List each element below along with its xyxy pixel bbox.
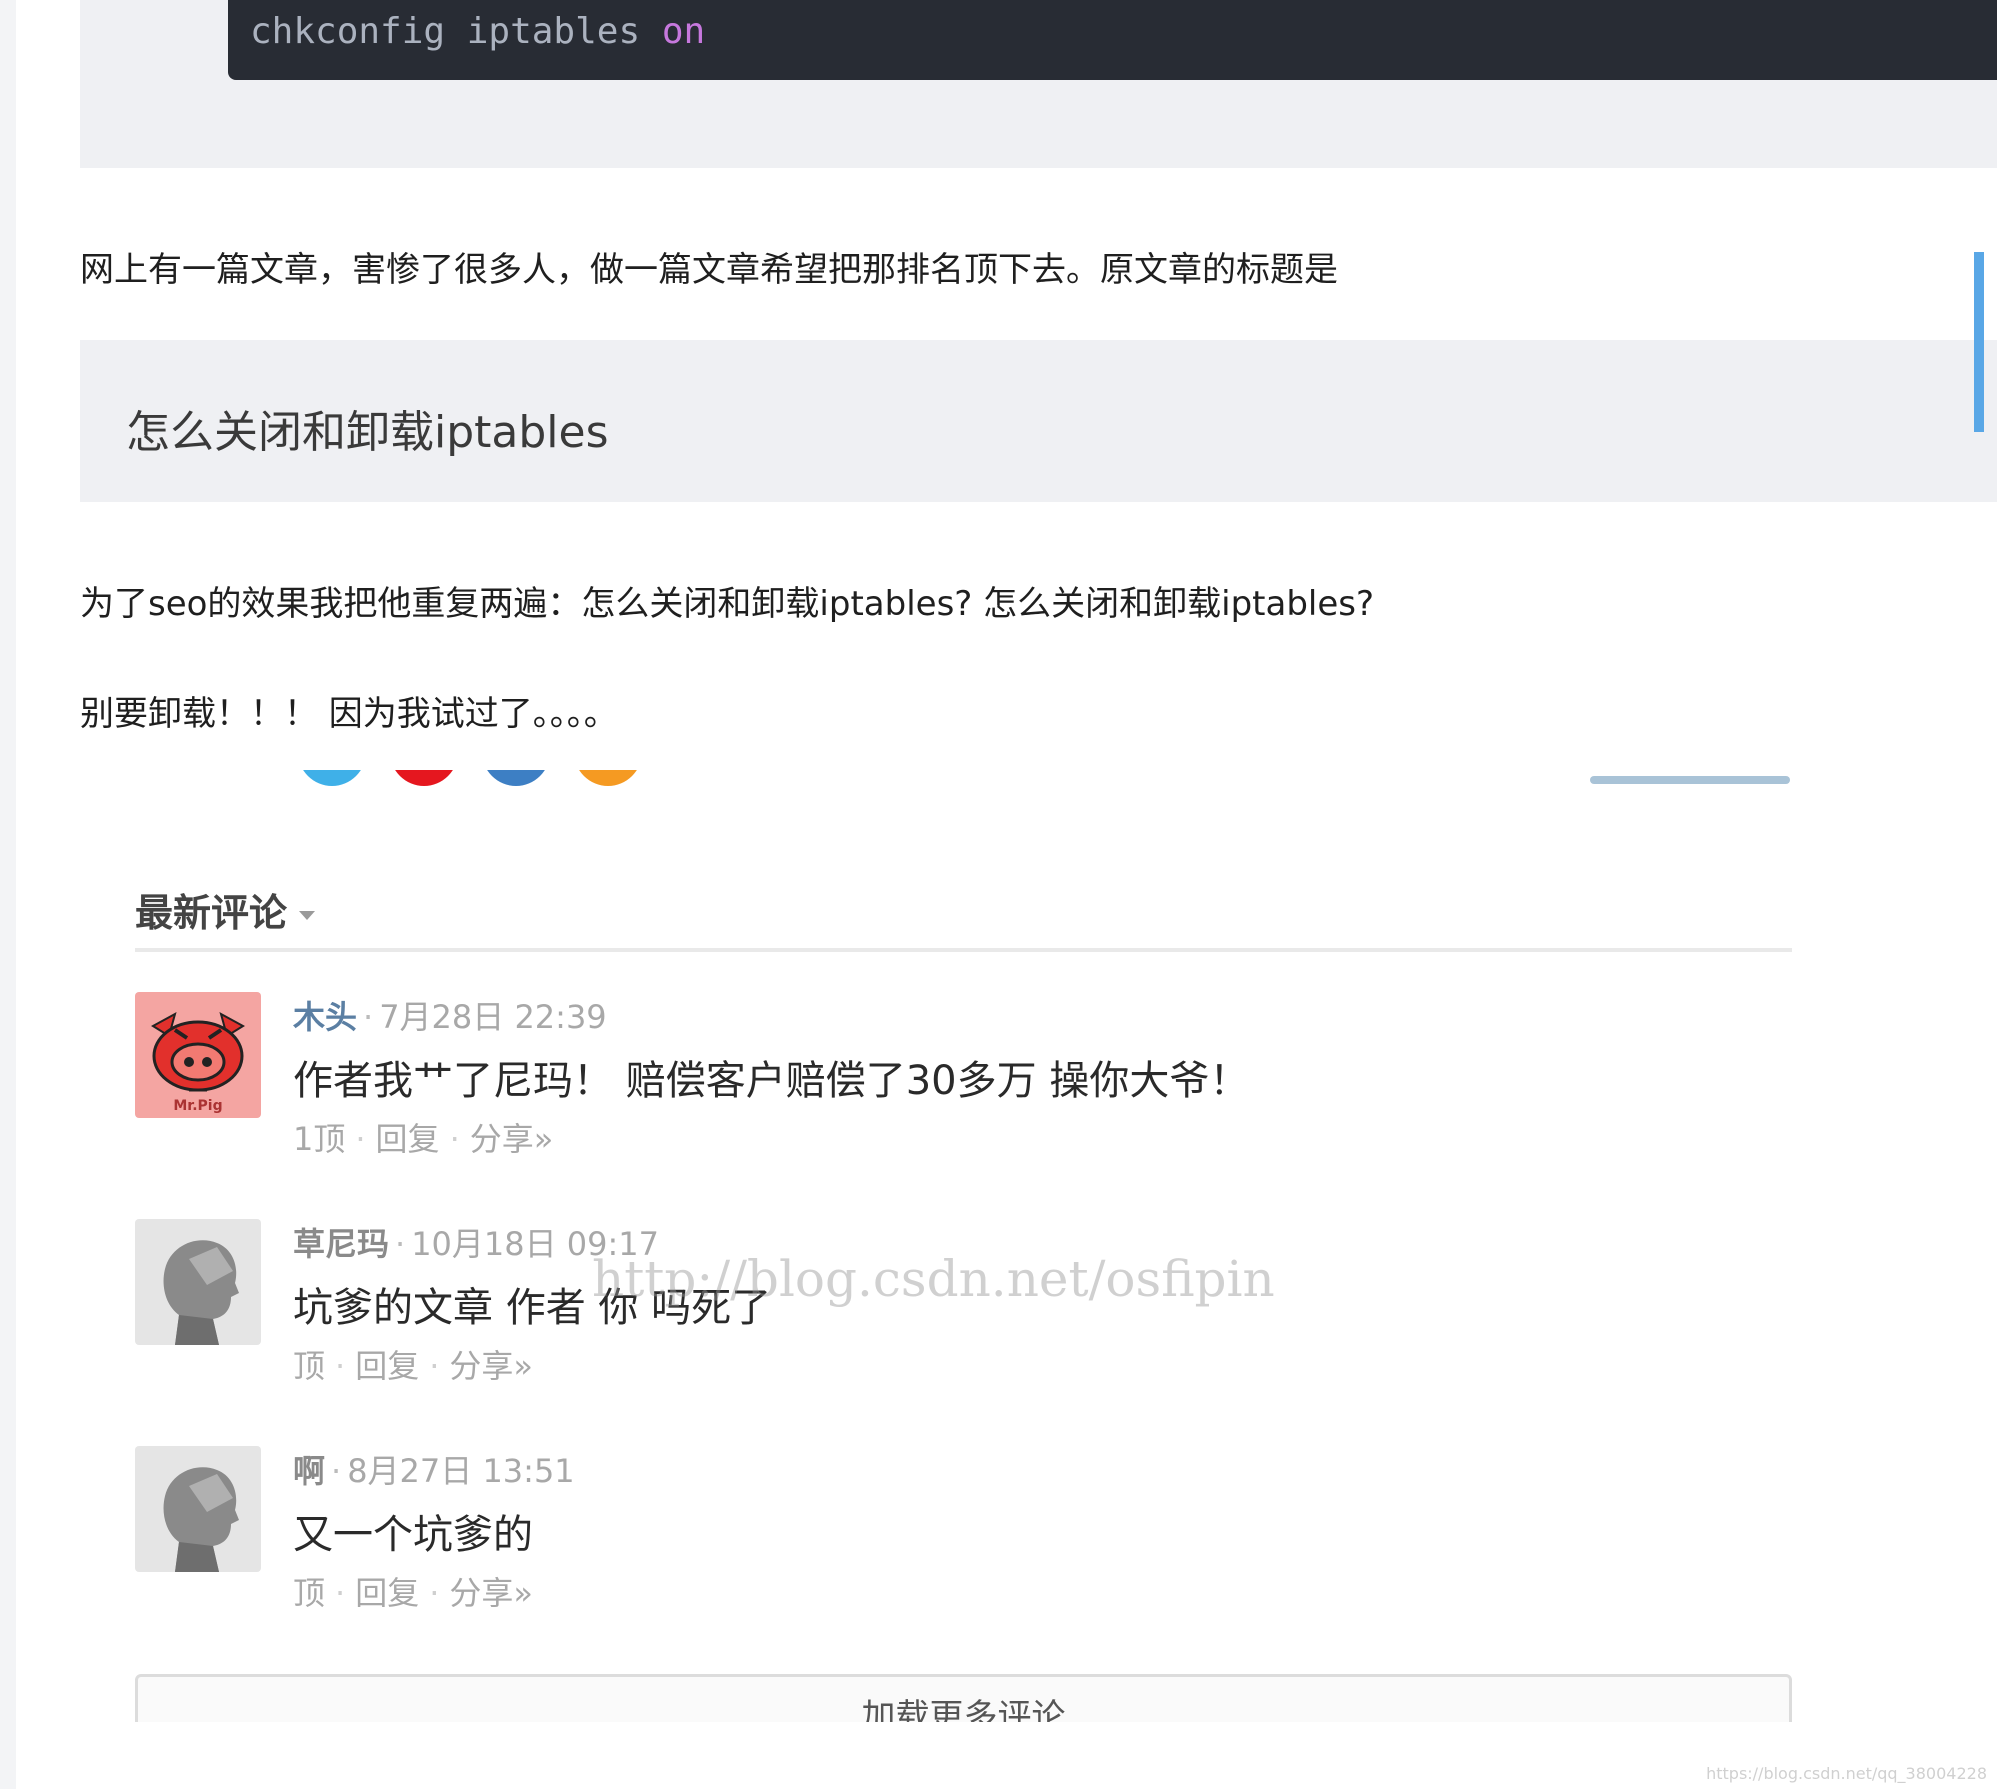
comment-time: 8月27日 13:51 bbox=[347, 1452, 575, 1490]
share-strip bbox=[0, 770, 1997, 792]
action-separator: · bbox=[429, 1574, 440, 1612]
share-link[interactable]: 分享» bbox=[449, 1347, 533, 1385]
comment-actions: 1顶 · 回复 · 分享» bbox=[293, 1114, 553, 1160]
action-separator: · bbox=[449, 1120, 460, 1158]
action-separator: · bbox=[429, 1347, 440, 1385]
comment-author[interactable]: 木头 bbox=[293, 998, 357, 1036]
upvote-link[interactable]: 1顶 bbox=[293, 1120, 345, 1158]
pig-icon: Mr.Pig bbox=[151, 1011, 245, 1114]
comment-author[interactable]: 啊 bbox=[293, 1452, 325, 1490]
left-rail bbox=[0, 0, 16, 1789]
share-weibo-icon[interactable] bbox=[298, 770, 366, 786]
pig-avatar[interactable]: Mr.Pig bbox=[135, 992, 261, 1118]
comment-meta: 啊 · 8月27日 13:51 bbox=[293, 1446, 575, 1492]
comment-item: Mr.Pig 木头 · 7月28日 22:39 作者我艹了尼玛！ 赔偿客户赔偿了30… bbox=[135, 992, 1792, 1192]
action-separator: · bbox=[355, 1120, 366, 1158]
comment-meta: 木头 · 7月28日 22:39 bbox=[293, 992, 607, 1038]
meta-separator: · bbox=[363, 998, 374, 1036]
reply-link[interactable]: 回复 bbox=[376, 1120, 440, 1158]
share-renren-icon[interactable] bbox=[482, 770, 550, 786]
comments-header-label: 最新评论 bbox=[135, 891, 288, 935]
person-avatar[interactable] bbox=[135, 1219, 261, 1345]
comment-actions: 顶 · 回复 · 分享» bbox=[293, 1341, 533, 1387]
footer-watermark: https://blog.csdn.net/qq_38004228 bbox=[1706, 1764, 1987, 1783]
quote-block: 怎么关闭和卸载iptables bbox=[80, 340, 1997, 502]
code-keyword: on bbox=[661, 11, 706, 52]
share-button-bar[interactable] bbox=[1590, 776, 1790, 784]
action-separator: · bbox=[335, 1347, 346, 1385]
person-silhouette-icon bbox=[163, 1240, 239, 1345]
quote-title: 怎么关闭和卸载iptables bbox=[126, 407, 609, 458]
comment-item: 草尼玛 · 10月18日 09:17 坑爹的文章 作者 你 吗死了 顶 · 回复 · 分享» bbox=[135, 1219, 1792, 1419]
caret-down-icon[interactable] bbox=[299, 911, 316, 920]
scroll-indicator[interactable] bbox=[1974, 252, 1984, 432]
reply-link[interactable]: 回复 bbox=[355, 1574, 419, 1612]
comment-text: 又一个坑爹的 bbox=[293, 1512, 533, 1558]
meta-separator: · bbox=[331, 1452, 342, 1490]
code-block: chkconfig iptables on bbox=[228, 0, 1997, 80]
comment-author[interactable]: 草尼玛 bbox=[293, 1225, 389, 1263]
action-separator: · bbox=[335, 1574, 346, 1612]
article-paragraph-1: 网上有一篇文章，害惨了很多人，做一篇文章希望把那排名顶下去。原文章的标题是 bbox=[80, 250, 1338, 290]
share-qq-icon[interactable] bbox=[390, 770, 458, 786]
share-link[interactable]: 分享» bbox=[449, 1574, 533, 1612]
upvote-link[interactable]: 顶 bbox=[293, 1347, 325, 1385]
comment-time: 7月28日 22:39 bbox=[379, 998, 607, 1036]
code-command: chkconfig iptables bbox=[250, 11, 641, 52]
watermark: http://blog.csdn.net/osfipin bbox=[592, 1250, 1275, 1308]
meta-separator: · bbox=[395, 1225, 406, 1263]
comments-header[interactable]: 最新评论 bbox=[135, 882, 316, 937]
person-avatar[interactable] bbox=[135, 1446, 261, 1572]
svg-text:Mr.Pig: Mr.Pig bbox=[173, 1098, 222, 1114]
person-silhouette-icon bbox=[163, 1467, 239, 1572]
upvote-link[interactable]: 顶 bbox=[293, 1574, 325, 1612]
code-panel: chkconfig iptables on bbox=[80, 0, 1997, 168]
load-more-button[interactable]: 加载更多评论 bbox=[135, 1674, 1792, 1722]
reply-link[interactable]: 回复 bbox=[355, 1347, 419, 1385]
comment-actions: 顶 · 回复 · 分享» bbox=[293, 1568, 533, 1614]
comment-item: 啊 · 8月27日 13:51 又一个坑爹的 顶 · 回复 · 分享» bbox=[135, 1446, 1792, 1646]
share-link[interactable]: 分享» bbox=[470, 1120, 554, 1158]
share-qzone-icon[interactable] bbox=[574, 770, 642, 786]
article-paragraph-3: 别要卸载！！！ 因为我试过了。。。。 bbox=[80, 694, 618, 734]
divider bbox=[135, 948, 1792, 952]
article-paragraph-2: 为了seo的效果我把他重复两遍：怎么关闭和卸载iptables? 怎么关闭和卸载… bbox=[80, 584, 1375, 624]
comment-text: 作者我艹了尼玛！ 赔偿客户赔偿了30多万 操你大爷！ bbox=[293, 1058, 1250, 1104]
